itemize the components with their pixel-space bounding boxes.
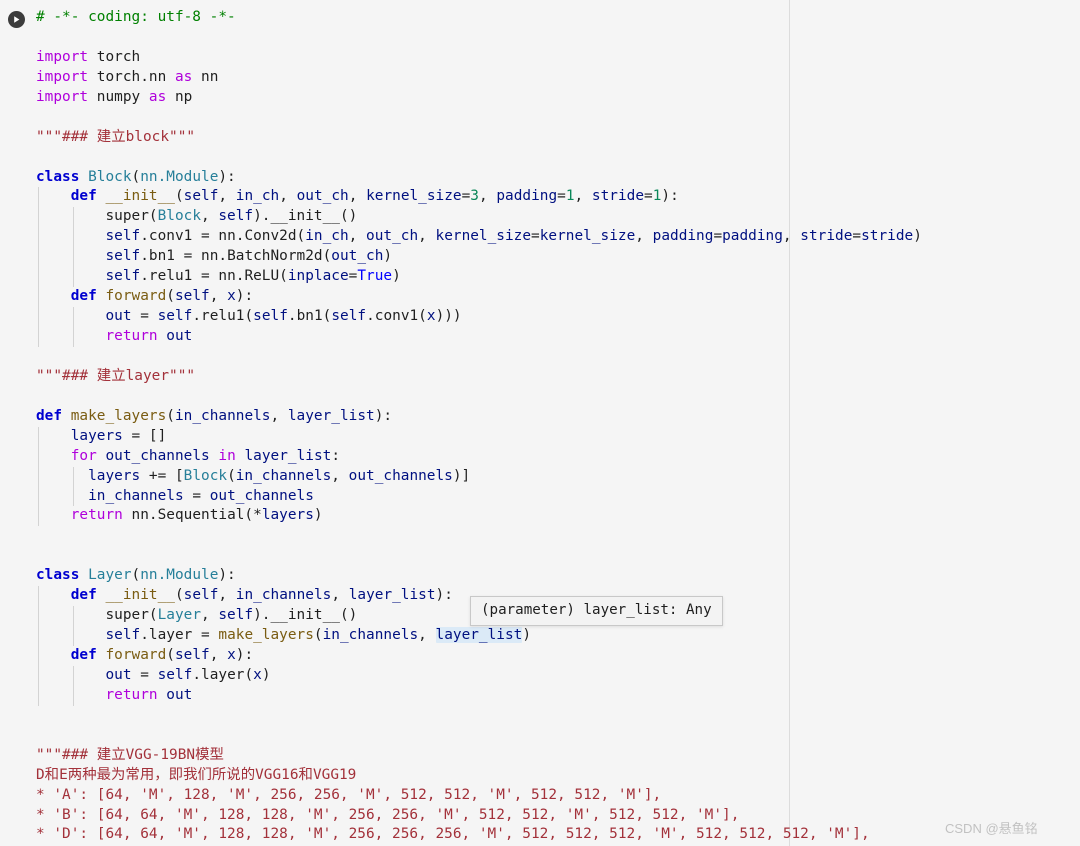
code-line[interactable]: class Layer(nn.Module): <box>0 566 1080 586</box>
code-editor[interactable]: # -*- coding: utf-8 -*- import torch imp… <box>0 0 1080 846</box>
code-line[interactable]: return out <box>0 327 1080 347</box>
code-line[interactable]: self.conv1 = nn.Conv2d(in_ch, out_ch, ke… <box>0 227 1080 248</box>
code-line[interactable]: import torch.nn as nn <box>0 68 1080 88</box>
code-line[interactable]: layers = [] <box>0 426 1080 447</box>
code-line[interactable]: * 'B': [64, 64, 'M', 128, 128, 'M', 256,… <box>0 806 1080 826</box>
code-line[interactable]: """### 建立layer""" <box>0 367 1080 387</box>
code-line[interactable]: def make_layers(in_channels, layer_list)… <box>0 407 1080 427</box>
code-line[interactable] <box>0 726 1080 746</box>
code-line[interactable] <box>0 148 1080 168</box>
code-line[interactable]: import torch <box>0 48 1080 68</box>
code-line[interactable]: """### 建立VGG-19BN模型 <box>0 746 1080 766</box>
code-line[interactable]: * 'D': [64, 64, 'M', 128, 128, 'M', 256,… <box>0 825 1080 845</box>
code-line[interactable] <box>0 347 1080 367</box>
code-line[interactable]: in_channels = out_channels <box>0 486 1080 507</box>
code-line[interactable]: """### 建立block""" <box>0 128 1080 148</box>
code-line[interactable] <box>0 706 1080 726</box>
code-line[interactable]: def forward(self, x): <box>0 287 1080 308</box>
docstring-line: * 'B': [64, 64, 'M', 128, 128, 'M', 256,… <box>36 806 740 823</box>
code-line[interactable] <box>0 108 1080 128</box>
docstring-line: D和E两种最为常用，即我们所说的VGG16和VGG19 <box>36 766 357 783</box>
docstring-line: * 'D': [64, 64, 'M', 128, 128, 'M', 256,… <box>36 826 870 843</box>
code-line[interactable]: class Block(nn.Module): <box>0 168 1080 188</box>
code-line[interactable]: super(Block, self).__init__() <box>0 207 1080 228</box>
code-line[interactable]: out = self.layer(x) <box>0 665 1080 686</box>
code-line[interactable]: layers += [Block(in_channels, out_channe… <box>0 466 1080 487</box>
code-line[interactable] <box>0 526 1080 546</box>
code-line[interactable]: def __init__(self, in_ch, out_ch, kernel… <box>0 187 1080 208</box>
code-line[interactable]: D和E两种最为常用，即我们所说的VGG16和VGG19 <box>0 766 1080 786</box>
code-line[interactable]: self.layer = make_layers(in_channels, la… <box>0 626 1080 646</box>
code-line[interactable]: import numpy as np <box>0 88 1080 108</box>
highlighted-symbol[interactable]: layer_list <box>435 627 523 644</box>
code-line[interactable]: return out <box>0 685 1080 706</box>
code-line[interactable]: return nn.Sequential(*layers) <box>0 506 1080 527</box>
code-line[interactable]: self.bn1 = nn.BatchNorm2d(out_ch) <box>0 247 1080 268</box>
parameter-hover-tooltip: (parameter) layer_list: Any <box>470 596 723 626</box>
docstring-line: * 'A': [64, 'M', 128, 'M', 256, 256, 'M'… <box>36 786 662 803</box>
code-line[interactable] <box>0 546 1080 566</box>
code-line[interactable]: self.relu1 = nn.ReLU(inplace=True) <box>0 267 1080 288</box>
code-line[interactable]: * 'A': [64, 'M', 128, 'M', 256, 256, 'M'… <box>0 786 1080 806</box>
code-line[interactable] <box>0 28 1080 48</box>
code-line[interactable]: for out_channels in layer_list: <box>0 446 1080 467</box>
code-line[interactable]: out = self.relu1(self.bn1(self.conv1(x))… <box>0 307 1080 327</box>
code-line[interactable] <box>0 387 1080 407</box>
code-content[interactable]: # -*- coding: utf-8 -*- import torch imp… <box>0 0 1080 846</box>
code-line[interactable]: def forward(self, x): <box>0 646 1080 666</box>
code-line[interactable]: # -*- coding: utf-8 -*- <box>0 8 1080 28</box>
docstring-line: """### 建立VGG-19BN模型 <box>36 746 224 763</box>
